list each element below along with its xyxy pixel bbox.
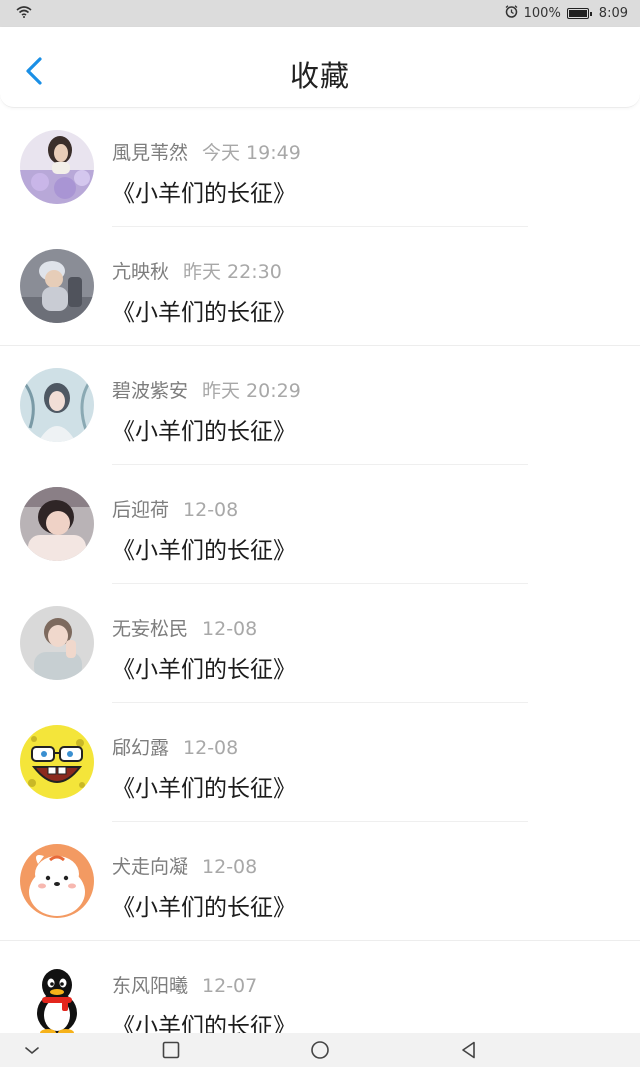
battery-icon <box>566 8 592 19</box>
avatar <box>20 606 94 680</box>
timestamp: 12-08 <box>202 856 258 878</box>
user-name: 碧波紫安 <box>112 380 189 402</box>
battery-percent: 100% <box>523 6 561 21</box>
user-name: 郈幻露 <box>112 737 170 759</box>
user-name: 东风阳曦 <box>112 975 189 997</box>
avatar <box>20 249 94 323</box>
favorites-list: 風見苇然 今天 19:49 《小羊们的长征》 亢映秋 昨天 22:30 《小羊们的长… <box>0 108 640 1033</box>
favorite-item[interactable]: 郈幻露 12-08 《小羊们的长征》 <box>0 703 640 822</box>
circle-icon[interactable] <box>310 1040 330 1060</box>
book-title: 《小羊们的长征》 <box>112 895 296 921</box>
favorite-item[interactable]: 无妄松民 12-08 《小羊们的长征》 <box>0 584 640 703</box>
status-time: 8:09 <box>598 6 628 21</box>
system-nav-bar <box>0 1033 640 1067</box>
wifi-icon <box>16 5 32 22</box>
timestamp: 昨天 20:29 <box>202 380 301 402</box>
book-title: 《小羊们的长征》 <box>112 657 296 683</box>
page-title: 收藏 <box>289 59 350 93</box>
avatar <box>20 130 94 204</box>
user-name: 風見苇然 <box>112 142 189 164</box>
alarm-icon <box>505 5 518 22</box>
favorite-item[interactable]: 犬走向凝 12-08 《小羊们的长征》 <box>0 822 640 941</box>
app-header: 收藏 <box>0 27 640 108</box>
user-name: 后迎荷 <box>112 499 170 521</box>
user-name: 犬走向凝 <box>112 856 189 878</box>
book-title: 《小羊们的长征》 <box>112 419 296 445</box>
book-title: 《小羊们的长征》 <box>112 538 296 564</box>
square-icon[interactable] <box>161 1040 181 1060</box>
spongebob-avatar <box>20 725 94 799</box>
book-title: 《小羊们的长征》 <box>112 300 296 326</box>
user-name: 无妄松民 <box>112 618 189 640</box>
favorite-item[interactable]: 碧波紫安 昨天 20:29 《小羊们的长征》 <box>0 346 640 465</box>
penguin-avatar <box>20 963 94 1033</box>
favorite-item[interactable]: 亢映秋 昨天 22:30 《小羊们的长征》 <box>0 227 640 346</box>
chevron-down-icon[interactable] <box>22 1040 42 1060</box>
book-title: 《小羊们的长征》 <box>112 776 296 802</box>
avatar <box>20 368 94 442</box>
timestamp: 12-08 <box>202 618 258 640</box>
favorite-item[interactable]: 風見苇然 今天 19:49 《小羊们的长征》 <box>0 108 640 227</box>
timestamp: 12-08 <box>183 737 239 759</box>
status-bar: 100% 8:09 <box>0 0 640 27</box>
timestamp: 今天 19:49 <box>202 142 301 164</box>
triangle-back-icon[interactable] <box>459 1040 479 1060</box>
favorite-item[interactable]: 东风阳曦 12-07 《小羊们的长征》 <box>0 941 640 1033</box>
user-name: 亢映秋 <box>112 261 170 283</box>
timestamp: 昨天 22:30 <box>183 261 282 283</box>
avatar <box>20 487 94 561</box>
book-title: 《小羊们的长征》 <box>112 181 296 207</box>
timestamp: 12-07 <box>202 975 258 997</box>
favorite-item[interactable]: 后迎荷 12-08 《小羊们的长征》 <box>0 465 640 584</box>
book-title: 《小羊们的长征》 <box>112 1014 296 1033</box>
timestamp: 12-08 <box>183 499 239 521</box>
cartoon-dog-avatar <box>20 844 94 918</box>
